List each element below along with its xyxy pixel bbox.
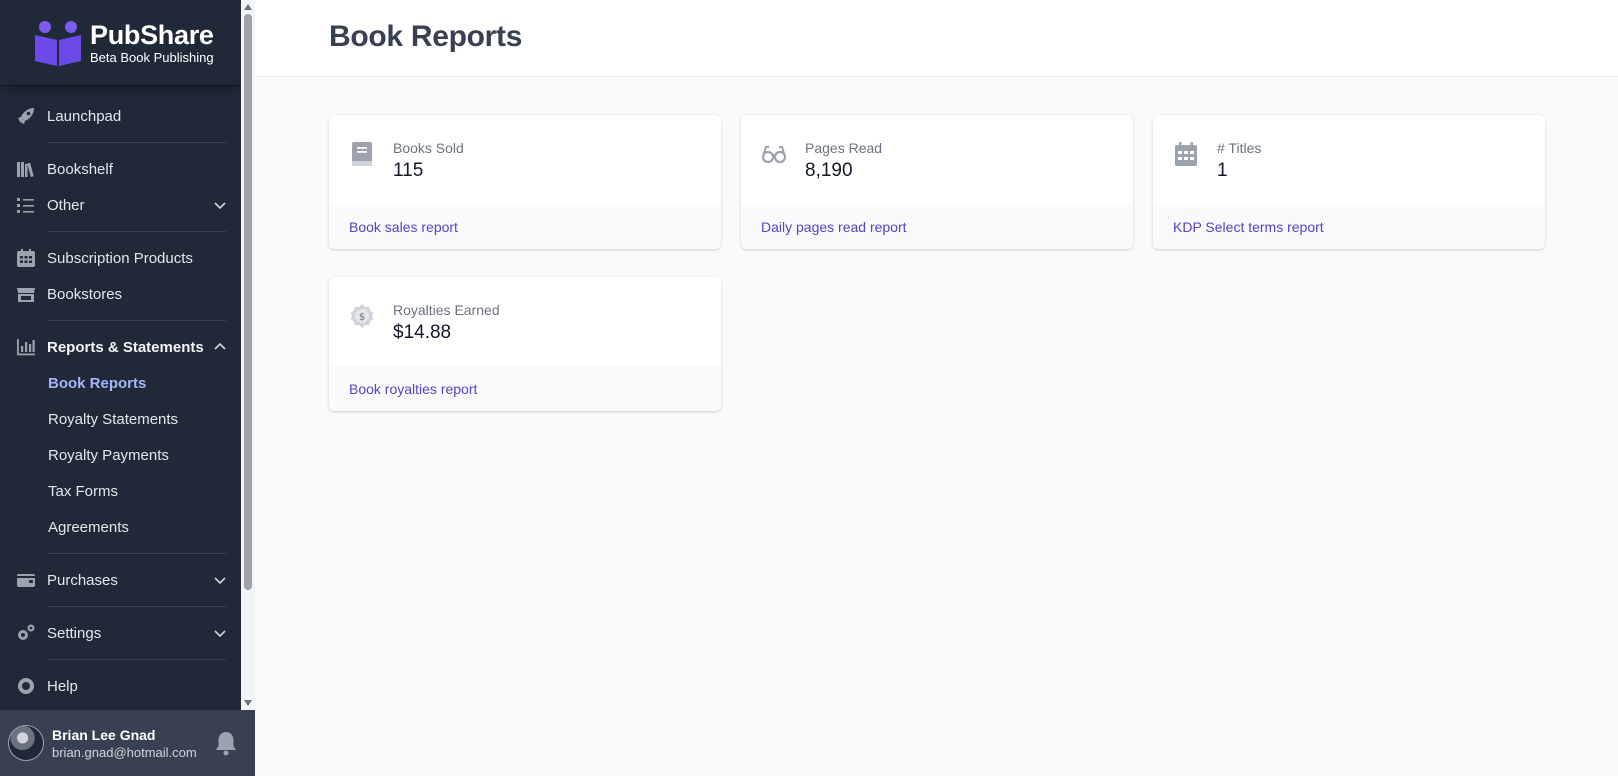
scrollbar-thumb[interactable] (244, 14, 252, 590)
sidebar-nav: Launchpad Bookshelf Other Subscription P… (0, 86, 241, 704)
user-email: brian.gnad@hotmail.com (52, 744, 197, 760)
brand-name: PubShare (90, 20, 214, 50)
sidebar-item-reports-statements[interactable]: Reports & Statements (0, 329, 241, 365)
divider (47, 553, 226, 554)
sidebar-item-label: Subscription Products (47, 249, 193, 267)
sidebar-item-bookstores[interactable]: Bookstores (0, 276, 241, 312)
list-icon (15, 194, 37, 216)
book-icon (352, 142, 372, 166)
bell-icon[interactable] (211, 728, 241, 758)
daily-pages-read-report-link[interactable]: Daily pages read report (761, 219, 907, 235)
user-profile[interactable]: Brian Lee Gnad brian.gnad@hotmail.com (0, 710, 255, 776)
sidebar-item-label: Purchases (47, 571, 118, 589)
chart-icon (15, 336, 37, 358)
pubshare-logo-icon (35, 20, 81, 66)
book-sales-report-link[interactable]: Book sales report (349, 219, 458, 235)
sidebar-item-label: Settings (47, 624, 102, 642)
sidebar: PubShare Beta Book Publishing Launchpad … (0, 0, 241, 776)
chevron-up-icon (214, 342, 226, 350)
stat-label: Royalties Earned (393, 302, 500, 318)
sidebar-item-subscription-products[interactable]: Subscription Products (0, 240, 241, 276)
sidebar-subitem-royalty-statements[interactable]: Royalty Statements (0, 401, 241, 437)
chevron-down-icon (214, 202, 226, 210)
sidebar-item-label: Reports & Statements (47, 338, 204, 356)
stat-label: # Titles (1217, 140, 1262, 156)
sidebar-scrollbar[interactable] (241, 0, 255, 710)
sidebar-item-label: Help (47, 677, 78, 695)
scroll-up-arrow-icon[interactable] (244, 4, 252, 10)
divider (47, 142, 226, 143)
divider (47, 231, 226, 232)
chevron-down-icon (214, 577, 226, 585)
sidebar-subitem-royalty-payments[interactable]: Royalty Payments (0, 437, 241, 473)
bookshelf-icon (15, 158, 37, 180)
avatar[interactable] (8, 725, 44, 761)
stat-card-pages-read: Pages Read 8,190 Daily pages read report (741, 115, 1133, 249)
stat-value: $14.88 (393, 322, 452, 343)
stat-card-titles: # Titles 1 KDP Select terms report (1153, 115, 1545, 249)
sidebar-subitem-agreements[interactable]: Agreements (0, 509, 241, 545)
brand-tagline: Beta Book Publishing (90, 50, 214, 65)
stat-card-royalties-earned: $ Royalties Earned $14.88 Book royalties… (329, 277, 721, 411)
sidebar-item-launchpad[interactable]: Launchpad (0, 98, 241, 134)
stat-card-books-sold: Books Sold 115 Book sales report (329, 115, 721, 249)
stat-label: Books Sold (393, 140, 464, 156)
sidebar-subitem-tax-forms[interactable]: Tax Forms (0, 473, 241, 509)
sidebar-item-label: Bookstores (47, 285, 123, 303)
store-icon (15, 283, 37, 305)
svg-text:$: $ (359, 312, 365, 323)
sidebar-item-purchases[interactable]: Purchases (0, 562, 241, 598)
divider (47, 320, 226, 321)
stat-value: 8,190 (805, 160, 853, 181)
rocket-icon (15, 105, 37, 127)
calendar-icon (1175, 142, 1197, 166)
sidebar-item-label: Bookshelf (47, 160, 113, 178)
lifebuoy-icon (15, 675, 37, 697)
page-title: Book Reports (329, 20, 523, 53)
sidebar-subitem-book-reports[interactable]: Book Reports (0, 365, 241, 401)
sidebar-item-help[interactable]: Help (0, 668, 241, 704)
user-name: Brian Lee Gnad (52, 726, 156, 743)
stat-label: Pages Read (805, 140, 883, 156)
scroll-down-arrow-icon[interactable] (244, 700, 252, 706)
page-header: Book Reports (255, 0, 1618, 77)
chevron-down-icon (214, 630, 226, 638)
stat-value: 1 (1217, 160, 1228, 181)
sidebar-item-settings[interactable]: Settings (0, 615, 241, 651)
kdp-select-terms-report-link[interactable]: KDP Select terms report (1173, 219, 1324, 235)
sidebar-item-bookshelf[interactable]: Bookshelf (0, 151, 241, 187)
dollar-badge-icon: $ (350, 304, 374, 328)
sidebar-item-label: Launchpad (47, 107, 122, 125)
book-royalties-report-link[interactable]: Book royalties report (349, 381, 477, 397)
gears-icon (15, 622, 37, 644)
calendar-icon (15, 247, 37, 269)
wallet-icon (15, 569, 37, 591)
sidebar-item-label: Other (47, 196, 85, 214)
divider (47, 606, 226, 607)
brand-logo[interactable]: PubShare Beta Book Publishing (0, 0, 241, 86)
glasses-icon (761, 146, 787, 164)
divider (47, 659, 226, 660)
sidebar-item-other[interactable]: Other (0, 187, 241, 223)
stat-value: 115 (393, 160, 424, 181)
